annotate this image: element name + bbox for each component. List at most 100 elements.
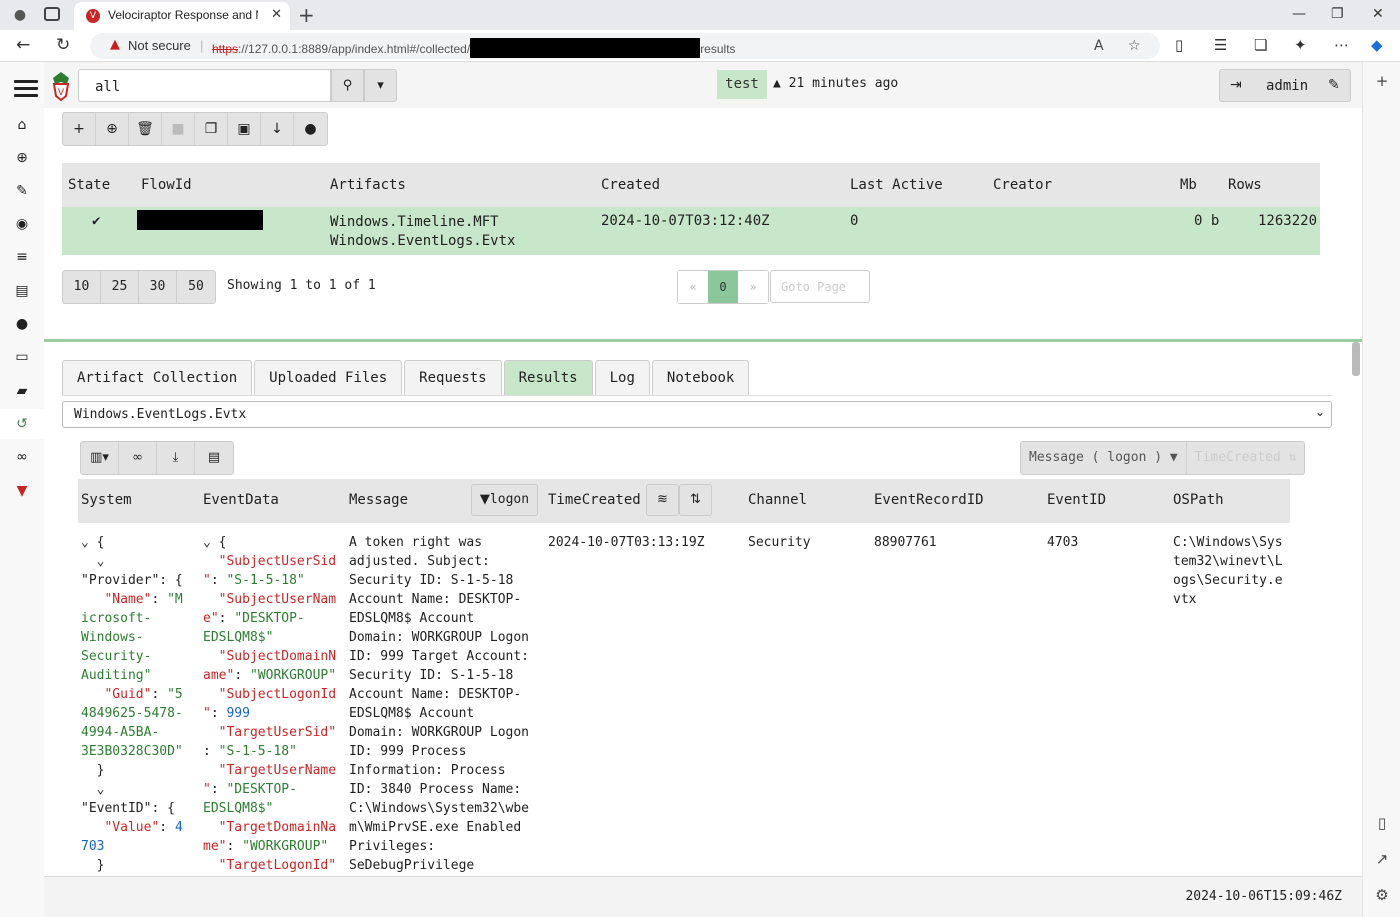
url-field[interactable]: ▲ Not secure | https://127.0.0.1:8889/ap…: [90, 33, 1160, 59]
more-menu-icon[interactable]: ⋯: [1334, 36, 1349, 54]
system-json-cell[interactable]: ⌄ { ⌄ "Provider": { "Name": "M icrosoft-…: [81, 533, 191, 877]
scrollbar-thumb[interactable]: [1352, 342, 1360, 376]
reload-icon[interactable]: ↻: [56, 35, 70, 55]
binoculars-button[interactable]: ∞: [119, 442, 157, 474]
search-button[interactable]: ⚲: [331, 69, 364, 102]
current-page[interactable]: 0: [708, 271, 738, 303]
shield-icon[interactable]: ▼: [0, 476, 44, 506]
layers-icon[interactable]: ≋: [646, 484, 679, 516]
new-collection-button[interactable]: +: [63, 113, 96, 145]
table-row[interactable]: ✔ Windows.Timeline.MFT Windows.EventLogs.…: [62, 207, 1320, 255]
col-rows[interactable]: Rows: [1228, 177, 1262, 193]
tab-uploaded-files[interactable]: Uploaded Files: [254, 360, 403, 396]
col-ospath[interactable]: OSPath: [1173, 492, 1224, 508]
col-artifacts[interactable]: Artifacts: [330, 177, 406, 193]
tab-artifact-collection[interactable]: Artifact Collection: [62, 360, 253, 396]
external-link-icon[interactable]: ↗: [1363, 850, 1400, 868]
col-eventrecordid[interactable]: EventRecordID: [874, 492, 984, 508]
logout-icon[interactable]: ⇥: [1230, 77, 1242, 93]
copy-button[interactable]: ❐: [195, 113, 228, 145]
hamburger-menu-icon[interactable]: [14, 80, 38, 98]
split-screen-icon[interactable]: ▯: [1175, 36, 1183, 54]
tab-results[interactable]: Results: [503, 360, 593, 396]
folder-icon[interactable]: ▰: [0, 376, 44, 406]
page-size-30[interactable]: 30: [139, 271, 177, 303]
extensions-icon[interactable]: ✦: [1294, 36, 1307, 54]
profile-icon[interactable]: ●: [10, 5, 30, 25]
csv-export-button[interactable]: ▤: [195, 442, 233, 474]
copilot-icon[interactable]: ◆: [1371, 36, 1383, 54]
page-size-50[interactable]: 50: [177, 271, 215, 303]
binoculars-icon[interactable]: ∞: [0, 442, 44, 472]
client-name-badge[interactable]: test: [717, 70, 767, 99]
sort-icon[interactable]: ⇅: [679, 484, 712, 516]
tab-actions-icon[interactable]: [44, 7, 60, 21]
user-button[interactable]: ●: [294, 113, 327, 145]
search-dropdown-button[interactable]: ▾: [364, 69, 397, 102]
client-search-input[interactable]: all: [78, 69, 331, 102]
page-size-25[interactable]: 25: [101, 271, 139, 303]
wrench-icon[interactable]: ✎: [0, 176, 44, 206]
server-icon[interactable]: ≡: [0, 242, 44, 272]
column-selector-button[interactable]: ▥▾: [81, 442, 119, 474]
message-filter-input[interactable]: ▼logon: [471, 484, 538, 516]
username[interactable]: admin: [1266, 78, 1308, 94]
col-channel[interactable]: Channel: [748, 492, 807, 508]
save-button[interactable]: ▣: [228, 113, 261, 145]
col-timecreated[interactable]: TimeCreated: [548, 492, 641, 508]
tab-notebook[interactable]: Notebook: [651, 360, 750, 396]
favorite-star-icon[interactable]: ☆: [1128, 38, 1141, 54]
read-aloud-icon[interactable]: A: [1094, 38, 1104, 54]
add-sidebar-icon[interactable]: +: [1363, 72, 1400, 90]
page-size-10[interactable]: 10: [63, 271, 101, 303]
favorites-icon[interactable]: ☰: [1214, 36, 1227, 54]
new-tab-icon[interactable]: +: [298, 3, 315, 27]
hunt-crosshair-icon[interactable]: ⊕: [0, 143, 44, 173]
window-close-icon[interactable]: ✕: [1372, 6, 1384, 22]
download-button[interactable]: ↓: [261, 113, 294, 145]
left-nav: ⌂ ⊕ ✎ ◉ ≡ ▤ ● ▭ ▰ ↺ ∞ ▼: [0, 62, 44, 917]
col-eventdata[interactable]: EventData: [203, 492, 279, 508]
delete-button[interactable]: 🗑: [129, 113, 162, 145]
hide-sidebar-icon[interactable]: ▯: [1363, 814, 1400, 832]
history-icon[interactable]: ↺: [0, 409, 44, 439]
next-page-button[interactable]: »: [738, 271, 768, 303]
col-creator[interactable]: Creator: [993, 177, 1052, 193]
tab-requests[interactable]: Requests: [404, 360, 502, 396]
browser-tab[interactable]: V Velociraptor Response and Moni ✕: [74, 2, 290, 30]
collections-icon[interactable]: ❏: [1254, 36, 1267, 54]
col-mb[interactable]: Mb: [1180, 177, 1197, 193]
settings-wrench-icon[interactable]: ✎: [1328, 77, 1340, 93]
laptop-icon[interactable]: ▭: [0, 342, 44, 372]
restore-icon[interactable]: ❐: [1331, 6, 1344, 22]
col-flowid[interactable]: FlowId: [141, 177, 192, 193]
goto-page-input[interactable]: Goto Page: [770, 270, 870, 303]
close-tab-icon[interactable]: ✕: [271, 7, 282, 22]
col-created[interactable]: Created: [601, 177, 660, 193]
book-icon[interactable]: ▤: [0, 276, 44, 306]
download-button[interactable]: ⤓: [157, 442, 195, 474]
back-icon[interactable]: ←: [16, 35, 30, 55]
home-icon[interactable]: ⌂: [0, 110, 44, 140]
col-state[interactable]: State: [68, 177, 110, 193]
tab-log[interactable]: Log: [594, 360, 650, 396]
sort-timecreated-button[interactable]: TimeCreated ⇅: [1187, 442, 1305, 474]
minimize-icon[interactable]: —: [1292, 6, 1306, 22]
eye-icon[interactable]: ◉: [0, 209, 44, 239]
eventrecordid-cell: 88907761: [874, 535, 937, 550]
col-system[interactable]: System: [81, 492, 132, 508]
col-message[interactable]: Message: [349, 492, 408, 508]
message-filter-button[interactable]: Message ( logon ) ▼: [1021, 442, 1187, 474]
artifact-select[interactable]: Windows.EventLogs.Evtx ⌄: [62, 401, 1332, 428]
velociraptor-logo-icon[interactable]: V: [50, 70, 72, 102]
pane-splitter[interactable]: [44, 339, 1362, 342]
user-icon[interactable]: ●: [0, 309, 44, 339]
settings-gear-icon[interactable]: ⚙: [1363, 886, 1400, 904]
stop-button[interactable]: ■: [162, 113, 195, 145]
results-header: System EventData Message ▼logon TimeCrea…: [78, 479, 1290, 523]
eventdata-json-cell[interactable]: ⌄ { "SubjectUserSid ": "S-1-5-18" "Subje…: [203, 533, 336, 877]
col-last-active[interactable]: Last Active: [850, 177, 943, 193]
col-eventid[interactable]: EventID: [1047, 492, 1106, 508]
prev-page-button[interactable]: «: [678, 271, 708, 303]
crosshair-button[interactable]: ⊕: [96, 113, 129, 145]
